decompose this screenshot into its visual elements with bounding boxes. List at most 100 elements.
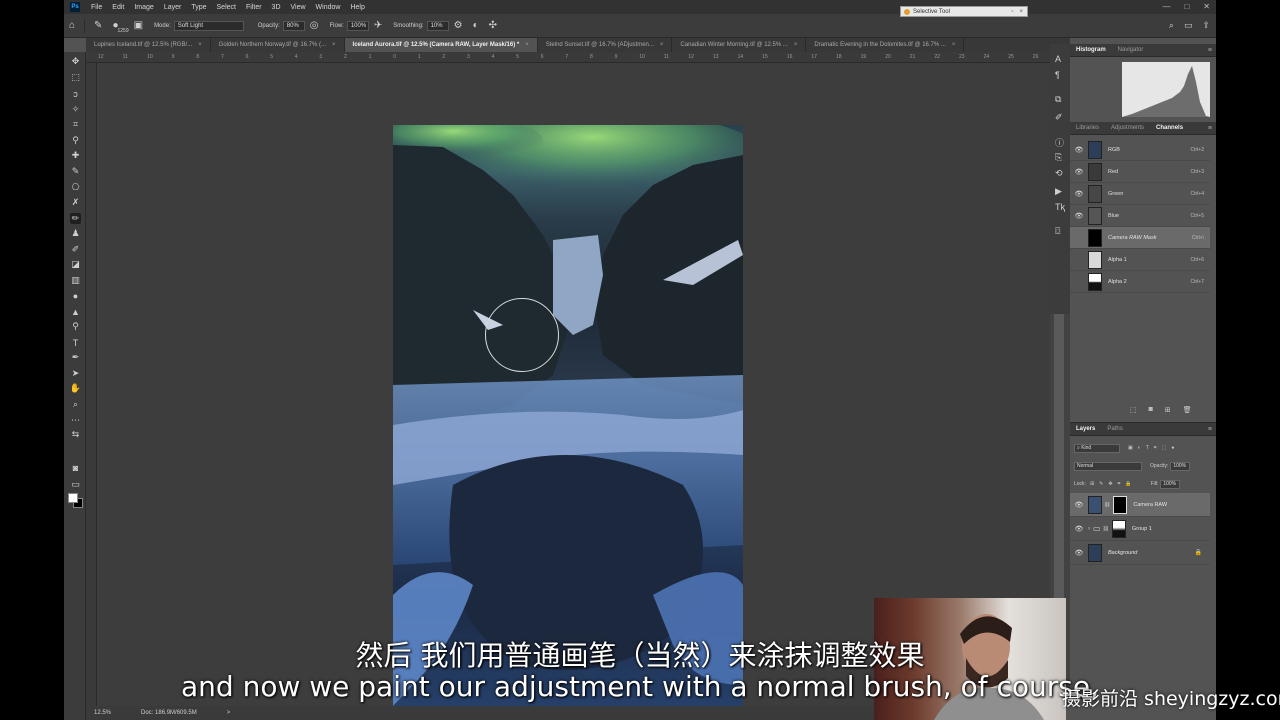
history-panel-icon[interactable]: ⟲ <box>1055 168 1063 179</box>
flow-field[interactable]: 100% <box>346 20 369 31</box>
channel-row-rgb[interactable]: 👁 RGB Ctrl+2 <box>1070 139 1210 161</box>
channel-row-green[interactable]: 👁 Green Ctrl+4 <box>1070 183 1210 205</box>
minimize-icon[interactable]: — <box>1162 2 1170 11</box>
filter-icons[interactable]: ▣◐T⌗⬚● <box>1128 445 1179 451</box>
tab-iceland-aurora[interactable]: Iceland Aurora.tif @ 12.5% (Camera RAW, … <box>344 38 538 52</box>
channel-row-red[interactable]: 👁 Red Ctrl+3 <box>1070 161 1210 183</box>
tab-navigator[interactable]: Navigator <box>1112 47 1150 53</box>
group-expand-icon[interactable]: › <box>1088 526 1090 532</box>
extension-panel-icon[interactable]: ⌼ <box>1055 226 1060 237</box>
layer-fill-field[interactable]: 100% <box>1160 479 1181 489</box>
glyphs-panel-icon[interactable]: Tⱪ <box>1055 202 1065 212</box>
character-panel-icon[interactable]: A <box>1055 54 1061 64</box>
dodge-tool-icon[interactable]: ⚲ <box>70 321 81 332</box>
delete-channel-icon[interactable]: 🗑 <box>1183 406 1192 414</box>
tab-close-icon[interactable]: × <box>332 42 336 48</box>
type-tool-icon[interactable]: T <box>70 337 81 348</box>
tab-adjustments[interactable]: Adjustments <box>1105 125 1150 131</box>
close-icon[interactable]: ✕ <box>1203 2 1210 11</box>
info-panel-icon[interactable]: ⓘ <box>1055 136 1064 149</box>
mask-link-icon[interactable]: ⛓ <box>1104 502 1110 508</box>
eye-icon[interactable]: 👁 <box>1073 168 1085 176</box>
layer-mask-thumbnail[interactable] <box>1111 519 1126 538</box>
selective-tool-restore-icon[interactable]: ▫ <box>1011 9 1013 15</box>
brush-settings-panel-icon[interactable]: ✐ <box>1055 112 1063 123</box>
brush-settings-icon[interactable]: ▣ <box>134 20 143 31</box>
tab-stelnd-sunset[interactable]: Stelnd Sunset.tif @ 16.7% (ADjustmen... × <box>538 38 673 52</box>
maximize-icon[interactable]: □ <box>1184 2 1189 11</box>
iceland-aurora-photo[interactable] <box>393 125 743 706</box>
move-tool-icon[interactable]: ✥ <box>70 56 81 67</box>
menu-filter[interactable]: Filter <box>241 4 267 11</box>
history-brush-tool-icon[interactable]: ✗ <box>70 197 81 208</box>
eye-icon[interactable]: 👁 <box>1073 549 1085 557</box>
layer-kind-filter[interactable]: ⌕ Kind <box>1074 443 1120 453</box>
paragraph-panel-icon[interactable]: ¶ <box>1055 70 1060 80</box>
pressure-opacity-icon[interactable]: ◎ <box>310 20 319 31</box>
menu-window[interactable]: Window <box>311 4 346 11</box>
mode-select[interactable]: Soft Light <box>173 20 244 31</box>
stamp-tool-icon[interactable]: ♟ <box>70 228 81 239</box>
tab-paths[interactable]: Paths <box>1101 426 1128 432</box>
blend-mode-select[interactable]: Normal <box>1074 461 1142 471</box>
brush-tool-icon[interactable]: ✏ <box>70 213 81 224</box>
lasso-tool-icon[interactable]: ↄ <box>70 88 81 99</box>
layer-mask-thumbnail[interactable] <box>1113 495 1128 514</box>
foreground-color-swatch[interactable] <box>68 493 78 503</box>
smoothing-field[interactable]: 10% <box>426 20 449 31</box>
tab-dramatic-evening-dolomites[interactable]: Dramatic Evening in the Dolomites.tif @ … <box>806 38 965 52</box>
mask-link-icon[interactable]: ⛓ <box>1103 526 1109 532</box>
panel-menu-icon[interactable]: ≡ <box>1208 47 1212 54</box>
channel-row-alpha-2[interactable]: Alpha 2 Ctrl+7 <box>1070 271 1210 293</box>
quick-mask-icon[interactable]: ◙ <box>70 462 81 473</box>
panel-menu-icon[interactable]: ≡ <box>1208 426 1212 433</box>
tab-golden-northern-norway[interactable]: Golden Northern Norway.tif @ 16.7% (... × <box>211 38 345 52</box>
crop-tool-icon[interactable]: ⌗ <box>70 119 81 130</box>
search-icon[interactable]: ⌕ <box>1169 20 1174 31</box>
swap-colors-icon[interactable]: ⇆ <box>70 429 81 440</box>
menu-type[interactable]: Type <box>186 4 211 11</box>
sharpen-tool-icon[interactable]: ▲ <box>70 306 81 317</box>
tab-close-icon[interactable]: × <box>794 42 798 48</box>
menu-layer[interactable]: Layer <box>159 4 187 11</box>
zoom-level[interactable]: 12.5% <box>94 710 111 716</box>
eye-icon[interactable]: 👁 <box>1073 190 1085 198</box>
clone-stamp-tool-icon[interactable]: ⎔ <box>70 182 81 193</box>
menu-select[interactable]: Select <box>212 4 241 11</box>
layer-row-camera-raw[interactable]: 👁 ⛓ Camera RAW <box>1070 493 1210 517</box>
menu-view[interactable]: View <box>286 4 311 11</box>
channel-row-alpha-1[interactable]: Alpha 1 Ctrl+6 <box>1070 249 1210 271</box>
menu-help[interactable]: Help <box>345 4 369 11</box>
tab-layers[interactable]: Layers <box>1070 426 1101 432</box>
spot-healing-tool-icon[interactable]: ✎ <box>70 166 81 177</box>
tab-close-icon[interactable]: × <box>952 42 956 48</box>
gradient-tool-icon[interactable]: ▥ <box>70 275 81 286</box>
airbrush-icon[interactable]: ✈ <box>374 20 382 31</box>
new-channel-icon[interactable]: ⊞ <box>1165 406 1171 414</box>
share-icon[interactable]: ⇪ <box>1202 20 1210 31</box>
menu-3d[interactable]: 3D <box>267 4 286 11</box>
save-selection-icon[interactable]: ◙ <box>1149 406 1153 414</box>
eraser-tool-icon[interactable]: ◪ <box>70 259 81 270</box>
home-icon[interactable]: ⌂ <box>69 20 75 31</box>
eyedropper-tool-icon[interactable]: ⚲ <box>70 135 81 146</box>
tab-close-icon[interactable]: × <box>198 42 202 48</box>
eye-icon[interactable]: 👁 <box>1073 525 1085 533</box>
tab-histogram[interactable]: Histogram <box>1070 47 1112 53</box>
eye-icon[interactable]: 👁 <box>1073 212 1085 220</box>
workspace-icon[interactable]: ▭ <box>1184 20 1193 31</box>
load-selection-icon[interactable]: ⬚ <box>1130 406 1137 414</box>
blur-tool-icon[interactable]: ● <box>70 290 81 301</box>
smoothing-options-gear-icon[interactable]: ⚙ <box>454 20 463 31</box>
brush-angle-icon[interactable]: ◐ <box>473 20 479 31</box>
eye-icon[interactable]: 👁 <box>1073 146 1085 154</box>
lock-icons[interactable]: ⊞✎✥⌗🔒 <box>1090 481 1137 487</box>
selective-tool-close-icon[interactable]: × <box>1019 9 1023 15</box>
healing-brush-tool-icon[interactable]: ✚ <box>70 150 81 161</box>
actions-panel-icon[interactable]: ▶ <box>1055 186 1062 197</box>
layer-row-group-1[interactable]: 👁 › ▭ ⛓ Group 1 <box>1070 517 1210 541</box>
properties-panel-icon[interactable]: ⧉ <box>1055 94 1061 105</box>
layer-opacity-field[interactable]: 100% <box>1170 461 1191 471</box>
hand-tool-icon[interactable]: ✋ <box>70 383 81 394</box>
tab-lupines-iceland[interactable]: Lupines Iceland.tif @ 12.5% (RGB/... × <box>86 38 211 52</box>
